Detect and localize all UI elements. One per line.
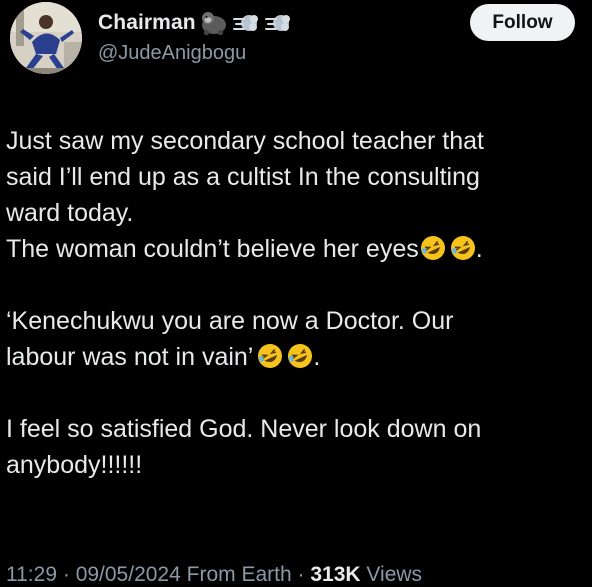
display-name[interactable]: Chairman [98,11,196,35]
tweet-paragraph: I feel so satisfied God. Never look down… [6,411,586,483]
rolling-on-floor-laughing-icon [450,235,476,261]
tweet-line: I feel so satisfied God. Never look down… [6,415,482,443]
tweet-line-tail: . [475,235,483,263]
rolling-on-floor-laughing-icon [257,343,283,369]
tweet-paragraph: Just saw my secondary school teacher tha… [6,123,586,267]
dashing-away-icon [264,10,292,36]
tweet-paragraph: ‘Kenechukwu you are now a Doctor. Our la… [6,303,586,375]
tweet-date[interactable]: 09/05/2024 [76,563,181,586]
tweet-line-with-emoji: The woman couldn’t believe her eyes. [6,231,586,267]
tweet-line: ‘Kenechukwu you are now a Doctor. Our [6,307,454,335]
rolling-on-floor-laughing-icon [420,235,446,261]
meta-separator: · [62,563,70,586]
tweet-line: Just saw my secondary school teacher tha… [6,127,485,155]
tweet-time[interactable]: 11:29 [6,563,57,586]
views-count[interactable]: 313K [310,563,360,586]
tweet-line-with-emoji: labour was not in vain’. [6,339,586,375]
tweet-line: said I’ll end up as a cultist In the con… [6,163,480,191]
avatar[interactable] [10,2,82,74]
tweet-line: ward today. [6,199,134,227]
follow-button[interactable]: Follow [470,4,575,41]
tweet-line-text: The woman couldn’t believe her eyes [6,235,419,263]
tweet-line-text: labour was not in vain’ [6,343,254,371]
meta-separator: · [297,563,305,586]
tweet-meta: 11:29 · 09/05/2024 From Earth · 313K Vie… [6,563,422,587]
author-handle[interactable]: @JudeAnigbogu [98,42,246,65]
author-name-row[interactable]: Chairman [98,8,292,38]
tweet-line: anybody!!!!!! [6,451,143,479]
dashing-away-icon [232,10,260,36]
tweet-line-tail: . [313,343,321,371]
tweet-text: Just saw my secondary school teacher tha… [6,123,586,483]
views-label: Views [366,563,423,586]
rolling-on-floor-laughing-icon [287,343,313,369]
tweet: Chairman @JudeAnigbogu Follow Just saw m… [0,0,592,587]
tweet-source: From Earth [186,563,292,586]
gorilla-icon [200,10,228,36]
